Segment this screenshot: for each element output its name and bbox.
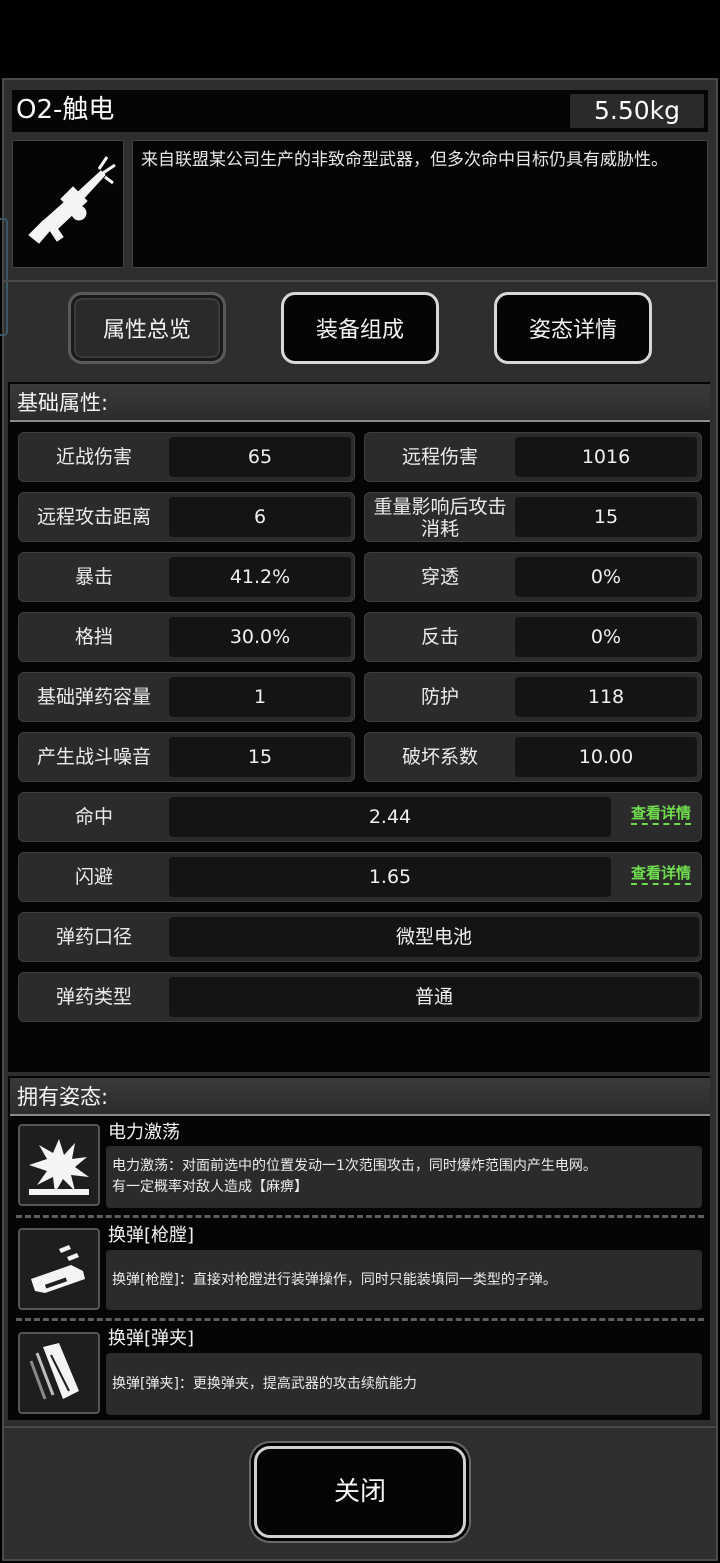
stance-description: 电力激荡：对面前选中的位置发动一1次范围攻击，同时爆炸范围内产生电网。 有一定概… (106, 1146, 702, 1208)
stat-value: 2.44 (169, 797, 611, 837)
divider (16, 1215, 704, 1218)
side-handle[interactable] (0, 218, 8, 336)
stat-label: 远程伤害 (401, 446, 478, 468)
rifle-icon (28, 156, 116, 244)
stance-desc-line: 电力激荡：对面前选中的位置发动一1次范围攻击，同时爆炸范围内产生电网。 (112, 1158, 597, 1174)
stat-ranged-range: 远程攻击距离 6 (18, 492, 355, 542)
basic-attributes-header: 基础属性: (10, 384, 710, 422)
stat-label: 产生战斗噪音 (36, 746, 151, 768)
close-button[interactable]: 关闭 (254, 1446, 466, 1538)
stat-block: 格挡 30.0% (18, 612, 355, 662)
stat-ranged-damage: 远程伤害 1016 (364, 432, 702, 482)
stat-melee-damage: 近战伤害 65 (18, 432, 355, 482)
stat-combat-noise: 产生战斗噪音 15 (18, 732, 355, 782)
stat-label: 穿透 (420, 566, 459, 588)
stat-label: 弹药类型 (55, 986, 132, 1008)
stat-value: 65 (169, 437, 351, 477)
stat-label: 近战伤害 (55, 446, 132, 468)
stat-ammo-caliber: 弹药口径 微型电池 (18, 912, 702, 962)
stat-ammo-capacity: 基础弹药容量 1 (18, 672, 355, 722)
tab-stance-details[interactable]: 姿态详情 (494, 292, 652, 364)
divider (4, 1426, 716, 1428)
stance-name: 电力激荡 (108, 1122, 180, 1143)
explosion-icon (18, 1124, 100, 1206)
stat-value: 微型电池 (169, 917, 699, 957)
magazine-reload-icon (18, 1332, 100, 1414)
stat-value: 1 (169, 677, 351, 717)
stat-label: 暴击 (74, 566, 113, 588)
stat-penetration: 穿透 0% (364, 552, 702, 602)
stat-value: 0% (515, 557, 697, 597)
tab-equipment-composition[interactable]: 装备组成 (281, 292, 439, 364)
item-name: O2-触电 (16, 95, 115, 125)
stat-label: 反击 (420, 626, 459, 648)
stat-value: 0% (515, 617, 697, 657)
stat-accuracy: 命中 2.44 查看详情 (18, 792, 702, 842)
stat-label: 命中 (74, 806, 113, 828)
stat-label: 弹药口径 (55, 926, 132, 948)
stat-ammo-type: 弹药类型 普通 (18, 972, 702, 1022)
stat-critical: 暴击 41.2% (18, 552, 355, 602)
stat-value: 1.65 (169, 857, 611, 897)
stat-value: 10.00 (515, 737, 697, 777)
stat-label: 远程攻击距离 (36, 506, 151, 528)
stat-label: 闪避 (74, 866, 113, 888)
stat-value: 118 (515, 677, 697, 717)
basic-attributes-section (8, 382, 710, 1072)
stat-label: 防护 (420, 686, 459, 708)
stat-value: 普通 (169, 977, 699, 1017)
evasion-details-link[interactable]: 查看详情 (630, 863, 691, 885)
stat-counter: 反击 0% (364, 612, 702, 662)
stat-label: 基础弹药容量 (36, 686, 151, 708)
stances-header: 拥有姿态: (10, 1078, 710, 1116)
weapon-image (12, 140, 124, 268)
stance-description: 换弹[枪膛]：直接对枪膛进行装弹操作，同时只能装填同一类型的子弹。 (106, 1250, 702, 1310)
accuracy-details-link[interactable]: 查看详情 (630, 803, 691, 825)
stat-value: 15 (169, 737, 351, 777)
stat-weight-attack-cost: 重量影响后攻击消耗 15 (364, 492, 702, 542)
stance-desc-line: 有一定概率对敌人造成【麻痹】 (112, 1179, 308, 1195)
stance-description: 换弹[弹夹]：更换弹夹，提高武器的攻击续航能力 (106, 1353, 702, 1415)
stat-evasion: 闪避 1.65 查看详情 (18, 852, 702, 902)
stat-protection: 防护 118 (364, 672, 702, 722)
stat-value: 15 (515, 497, 697, 537)
chamber-reload-icon (18, 1228, 100, 1310)
stat-label: 格挡 (74, 626, 113, 648)
stat-value: 1016 (515, 437, 697, 477)
stat-value: 6 (169, 497, 351, 537)
stat-value: 41.2% (169, 557, 351, 597)
item-weight: 5.50kg (570, 94, 704, 128)
stat-destruction-factor: 破坏系数 10.00 (364, 732, 702, 782)
stance-name: 换弹[枪膛] (108, 1225, 195, 1246)
tab-attribute-overview[interactable]: 属性总览 (68, 292, 226, 364)
stat-label: 重量影响后攻击消耗 (373, 496, 507, 540)
divider (16, 1318, 704, 1321)
item-description: 来自联盟某公司生产的非致命型武器，但多次命中目标仍具有威胁性。 (132, 140, 708, 268)
stat-label: 破坏系数 (401, 746, 478, 768)
divider (4, 280, 716, 282)
stat-value: 30.0% (169, 617, 351, 657)
stance-name: 换弹[弹夹] (108, 1328, 195, 1349)
